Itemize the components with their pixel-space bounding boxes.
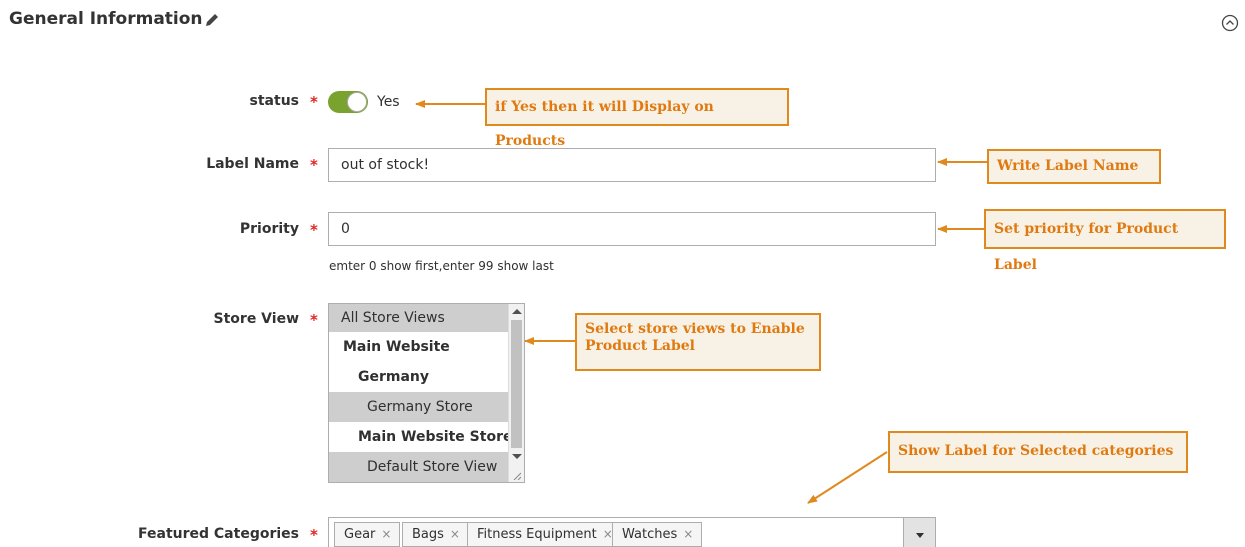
- store-view-multiselect[interactable]: All Store Views Main Website Germany Ger…: [328, 303, 525, 483]
- required-marker: *: [310, 221, 318, 239]
- toggle-knob: [347, 92, 367, 112]
- category-tag-label: Bags: [412, 527, 444, 542]
- required-marker: *: [310, 526, 318, 544]
- store-view-option[interactable]: Germany Store: [329, 392, 509, 422]
- category-tag-label: Watches: [622, 527, 678, 542]
- priority-input[interactable]: 0: [328, 212, 936, 246]
- label-name-input[interactable]: out of stock!: [328, 148, 936, 182]
- category-tag: Watches ×: [612, 522, 703, 547]
- store-view-option[interactable]: Default Store View: [329, 452, 509, 482]
- remove-tag-icon[interactable]: ×: [683, 527, 693, 541]
- priority-note: emter 0 show first,enter 99 show last: [329, 259, 554, 273]
- status-toggle[interactable]: [328, 91, 368, 113]
- category-tag-label: Gear: [344, 527, 376, 542]
- store-view-option[interactable]: Main Website Store: [329, 422, 509, 452]
- store-view-callout-line1: Select store views to Enable: [585, 321, 805, 337]
- label-name-callout: Write Label Name: [987, 149, 1161, 184]
- store-view-option[interactable]: Germany: [329, 362, 509, 392]
- status-value-text: Yes: [377, 94, 400, 110]
- section-title: General Information: [9, 9, 203, 29]
- priority-label: Priority: [239, 221, 299, 237]
- store-view-callout: Select store views to Enable Product Lab…: [575, 313, 821, 371]
- resize-grip-icon[interactable]: [513, 472, 521, 480]
- status-callout: if Yes then it will Display on Products: [485, 88, 789, 149]
- priority-callout: Set priority for Product Label: [984, 209, 1226, 273]
- chevron-down-icon: [916, 533, 924, 538]
- category-tag: Bags ×: [402, 522, 469, 547]
- featured-categories-select[interactable]: Gear × Bags × Fitness Equipment × Watches ×: [328, 517, 936, 547]
- required-marker: *: [310, 156, 318, 174]
- category-tag-label: Fitness Equipment: [477, 527, 597, 542]
- remove-tag-icon[interactable]: ×: [450, 527, 460, 541]
- chevron-up-circle-icon[interactable]: [1221, 14, 1239, 32]
- category-tag: Gear ×: [334, 522, 401, 547]
- required-marker: *: [310, 93, 318, 111]
- category-tag: Fitness Equipment ×: [467, 522, 622, 547]
- pencil-icon[interactable]: [204, 12, 220, 28]
- categories-callout: Show Label for Selected categories: [888, 431, 1188, 473]
- label-name-label: Label Name: [206, 156, 299, 172]
- required-marker: *: [310, 311, 318, 329]
- scroll-up-icon[interactable]: [512, 309, 522, 314]
- scrollbar-thumb[interactable]: [511, 320, 522, 448]
- remove-tag-icon[interactable]: ×: [381, 527, 391, 541]
- store-view-label: Store View: [213, 311, 299, 327]
- status-label: status: [249, 93, 299, 109]
- dropdown-toggle-button[interactable]: [903, 518, 935, 547]
- featured-categories-label: Featured Categories: [138, 526, 299, 542]
- store-view-option[interactable]: All Store Views: [329, 304, 509, 332]
- multiselect-scrollbar[interactable]: [508, 304, 524, 482]
- store-view-callout-line2: Product Label: [585, 338, 696, 354]
- categories-arrow: [807, 451, 888, 504]
- store-view-option[interactable]: Main Website: [329, 332, 509, 362]
- scroll-down-icon[interactable]: [512, 454, 522, 459]
